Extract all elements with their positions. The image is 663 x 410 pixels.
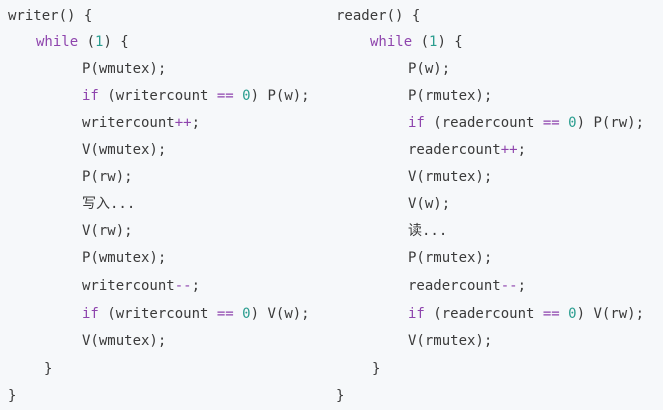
writer-line-1: writer() { [8,8,93,24]
reader-line-8: V(w); [408,196,451,212]
reader-line-12: if (readercount == 0) V(rw); [408,306,645,322]
writer-line-13: V(wmutex); [82,333,167,349]
writer-line-8: 写入... [82,196,136,212]
writer-line-4: if (writercount == 0) P(w); [82,88,310,104]
reader-line-2: while (1) { [370,34,463,50]
reader-line-4: P(rmutex); [408,88,493,104]
writer-line-12: if (writercount == 0) V(w); [82,306,310,322]
reader-line-9: 读... [408,223,448,239]
reader-line-5: if (readercount == 0) P(rw); [408,115,645,131]
reader-line-11: readercount--; [408,278,527,294]
reader-line-10: P(rmutex); [408,250,493,266]
writer-line-2: while (1) { [36,34,129,50]
writer-line-7: P(rw); [82,169,133,185]
reader-line-7: V(rmutex); [408,169,493,185]
reader-line-6: readercount++; [408,142,527,158]
writer-line-14: } [44,361,53,377]
writer-line-9: V(rw); [82,223,133,239]
writer-line-6: V(wmutex); [82,142,167,158]
writer-line-3: P(wmutex); [82,61,167,77]
reader-line-15: } [336,388,345,404]
reader-line-1: reader() { [336,8,421,24]
writer-line-15: } [8,388,17,404]
writer-line-5: writercount++; [82,115,201,131]
reader-line-14: } [372,361,381,377]
reader-line-13: V(rmutex); [408,333,493,349]
reader-line-3: P(w); [408,61,451,77]
writer-line-10: P(wmutex); [82,250,167,266]
writer-line-11: writercount--; [82,278,201,294]
